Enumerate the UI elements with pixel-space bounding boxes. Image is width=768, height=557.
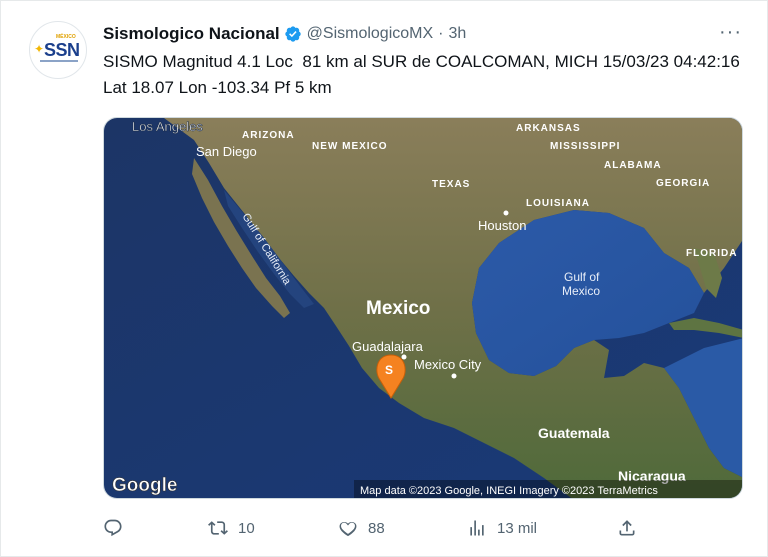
map-label-mexico-city: Mexico City <box>414 357 482 372</box>
tweet-text: SISMO Magnitud 4.1 Loc 81 km al SUR de C… <box>103 52 745 97</box>
google-logo: Google <box>112 475 177 496</box>
marker-label: S <box>385 363 393 377</box>
map-label-gulf-of-mexico-line1: Gulf of <box>564 270 600 284</box>
handle[interactable]: @SismologicoMX <box>307 25 434 43</box>
tweet-card[interactable]: ✦ MÉXICO SSN Sismologico Nacional @Sismo… <box>0 0 768 557</box>
map-label-arkansas: ARKANSAS <box>516 123 581 134</box>
action-bar: 10 88 13 mil <box>103 513 743 543</box>
map-label-guadalajara: Guadalajara <box>352 339 424 354</box>
map-label-georgia: GEORGIA <box>656 178 710 189</box>
views-button[interactable]: 13 mil <box>467 513 537 543</box>
tweet-header: Sismologico Nacional @SismologicoMX · 3h <box>103 23 466 45</box>
map-label-texas: TEXAS <box>432 179 470 190</box>
guadalajara-dot <box>401 354 407 360</box>
views-count: 13 mil <box>497 519 538 537</box>
map-label-san-diego: San Diego <box>196 144 257 159</box>
timestamp[interactable]: 3h <box>448 25 466 43</box>
map-label-louisiana: LOUISIANA <box>526 198 590 209</box>
map-label-mexico: Mexico <box>366 298 430 319</box>
retweet-icon <box>208 521 228 535</box>
avatar-underline <box>40 60 78 62</box>
separator: · <box>438 25 444 42</box>
like-count: 88 <box>368 519 385 537</box>
map-image[interactable]: Los Angeles ARIZONA NEW MEXICO San Diego… <box>103 117 743 499</box>
map-label-houston: Houston <box>478 218 526 233</box>
map-label-arizona: ARIZONA <box>242 130 295 141</box>
map-label-mississippi: MISSISSIPPI <box>550 141 620 152</box>
retweet-button[interactable]: 10 <box>208 513 255 543</box>
share-icon <box>619 520 635 536</box>
mexico-city-dot <box>451 373 457 379</box>
avatar-text: SSN <box>44 40 80 60</box>
heart-icon <box>339 522 357 537</box>
map-attribution: Map data ©2023 Google, INEGI Imagery ©20… <box>360 485 658 497</box>
map-label-florida: FLORIDA <box>686 248 737 259</box>
map-label-gulf-of-mexico-line2: Mexico <box>562 284 600 298</box>
reply-icon <box>104 519 122 537</box>
star-icon: ✦ <box>34 42 45 56</box>
display-name[interactable]: Sismologico Nacional <box>103 24 280 44</box>
map-label-alabama: ALABAMA <box>604 160 662 171</box>
map-label-new-mexico: NEW MEXICO <box>312 141 388 152</box>
more-options-icon[interactable]: ··· <box>719 21 742 44</box>
map-label-guatemala: Guatemala <box>538 425 610 441</box>
like-button[interactable]: 88 <box>338 513 385 543</box>
map-label-los-angeles: Los Angeles <box>132 119 203 134</box>
avatar[interactable]: ✦ MÉXICO SSN <box>29 21 87 79</box>
reply-button[interactable] <box>103 513 133 543</box>
retweet-count: 10 <box>238 519 255 537</box>
share-button[interactable] <box>617 513 647 543</box>
houston-dot <box>503 210 509 216</box>
views-chart-icon <box>470 520 484 536</box>
verified-badge-icon <box>284 25 302 43</box>
